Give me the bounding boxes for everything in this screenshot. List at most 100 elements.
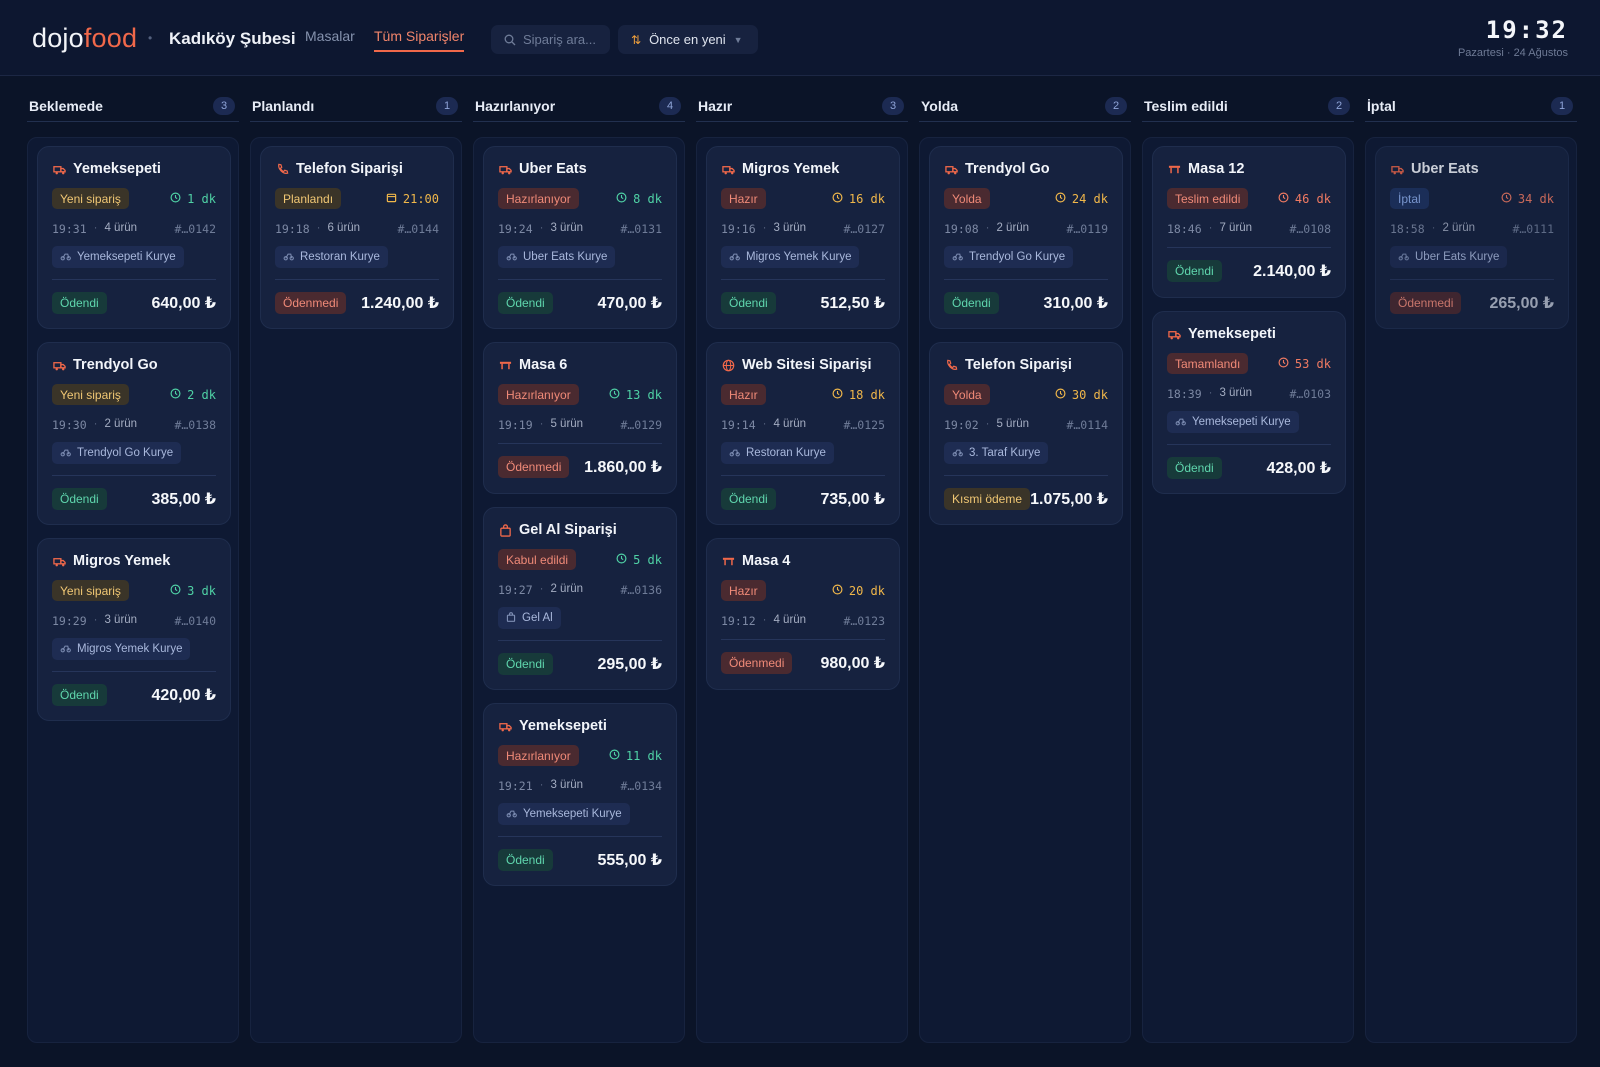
card-divider: [721, 639, 885, 640]
courier-tag: Trendyol Go Kurye: [52, 442, 182, 464]
search-icon: [504, 34, 516, 45]
truck-icon: [52, 162, 66, 176]
status-badge: Yeni sipariş: [52, 384, 129, 405]
order-card[interactable]: Trendyol Go Yeni sipariş 2 dk 19:30 · 2 ürün #…: [37, 342, 231, 525]
elapsed-timer: 34 dk: [1501, 192, 1554, 206]
item-count: 5 ürün: [550, 418, 584, 430]
card-divider: [1390, 279, 1554, 280]
scooter-icon: [60, 250, 71, 264]
order-card[interactable]: Yemeksepeti Tamamlandı 53 dk 18:39 · 3 ürün #……: [1152, 311, 1346, 494]
sort-dropdown[interactable]: ⇅ Önce en yeni ▼: [618, 25, 758, 54]
item-count: 3 ürün: [773, 222, 807, 234]
column-header: Yolda 2: [919, 90, 1131, 122]
meta-separator: ·: [93, 614, 98, 626]
order-time: 19:12: [721, 614, 756, 628]
status-badge: Hazır: [721, 188, 766, 209]
nav-tables[interactable]: Masalar: [305, 28, 355, 50]
meta-separator: ·: [539, 418, 544, 430]
order-source: Uber Eats: [1390, 161, 1479, 177]
card-divider: [721, 475, 885, 476]
timer-value: 46 dk: [1294, 192, 1331, 206]
column-header: Planlandı 1: [250, 90, 462, 122]
order-card[interactable]: Yemeksepeti Yeni sipariş 1 dk 19:31 · 4 ürün #…: [37, 146, 231, 329]
card-divider: [498, 640, 662, 641]
order-card[interactable]: Web Sitesi Siparişi Hazır 18 dk 19:14 · 4 ürü…: [706, 342, 900, 525]
courier-tag: Uber Eats Kurye: [498, 246, 616, 268]
order-id: #…0136: [620, 583, 662, 597]
separator-dot: •: [148, 31, 153, 45]
item-count: 3 ürün: [1219, 387, 1253, 399]
courier-tag: 3. Taraf Kurye: [944, 442, 1049, 464]
order-source: Trendyol Go: [944, 161, 1050, 177]
order-id: #…0103: [1289, 387, 1331, 401]
order-source: Masa 4: [721, 553, 790, 569]
card-divider: [1167, 444, 1331, 445]
status-badge: Kabul edildi: [498, 549, 577, 570]
order-source-label: Trendyol Go: [73, 357, 158, 373]
timer-value: 18 dk: [848, 388, 885, 402]
courier-tag: Yemeksepeti Kurye: [52, 246, 184, 268]
elapsed-timer: 24 dk: [1055, 192, 1108, 206]
status-badge: Tamamlandı: [1167, 353, 1249, 374]
column-title: Planlandı: [252, 97, 315, 114]
elapsed-timer: 18 dk: [832, 388, 885, 402]
order-source-label: Telefon Siparişi: [296, 161, 403, 177]
order-time: 19:21: [498, 779, 533, 793]
column-title: Beklemede: [29, 97, 103, 114]
timer-value: 11 dk: [625, 749, 662, 763]
order-card[interactable]: Gel Al Siparişi Kabul edildi 5 dk 19:27 · 2 ü…: [483, 507, 677, 690]
column-1: Planlandı 1 Telefon Siparişi Planlandı 21:00…: [250, 90, 462, 1043]
status-badge: Hazır: [721, 384, 766, 405]
clock-icon: [616, 553, 627, 567]
order-card[interactable]: Migros Yemek Hazır 16 dk 19:16 · 3 ürün #…0127…: [706, 146, 900, 329]
order-card[interactable]: Masa 4 Hazır 20 dk 19:12 · 4 ürün #…0123 Ödenme…: [706, 538, 900, 690]
card-divider: [52, 671, 216, 672]
item-count: 3 ürün: [104, 614, 138, 626]
search-input[interactable]: Sipariş ara...: [491, 25, 610, 54]
date: Pazartesi · 24 Ağustos: [1457, 47, 1568, 59]
table-icon: [498, 358, 512, 372]
order-time: 19:16: [721, 222, 756, 236]
order-id: #…0138: [174, 418, 216, 432]
item-count: 3 ürün: [550, 779, 584, 791]
status-badge: Yolda: [944, 188, 990, 209]
order-card[interactable]: Masa 12 Teslim edildi 46 dk 18:46 · 7 ürün #…0…: [1152, 146, 1346, 298]
order-card[interactable]: Yemeksepeti Hazırlanıyor 11 dk 19:21 · 3 ürün…: [483, 703, 677, 886]
order-meta: 18:46 · 7 ürün #…0108: [1167, 222, 1331, 236]
scooter-icon: [60, 446, 71, 460]
clock-icon: [170, 388, 181, 402]
status-badge: Planlandı: [275, 188, 342, 209]
column-header: Hazır 3: [696, 90, 908, 122]
order-source-label: Yemeksepeti: [1188, 326, 1276, 342]
order-card[interactable]: Trendyol Go Yolda 24 dk 19:08 · 2 ürün #…0119 T…: [929, 146, 1123, 329]
order-card[interactable]: Uber Eats İptal 34 dk 18:58 · 2 ürün #…0111 Ube…: [1375, 146, 1569, 329]
payment-badge: Ödendi: [52, 488, 107, 510]
nav-all-orders[interactable]: Tüm Siparişler: [374, 28, 465, 52]
order-source-label: Uber Eats: [519, 161, 587, 177]
item-count: 2 ürün: [1442, 222, 1476, 234]
column-count-badge: 1: [436, 96, 458, 115]
order-card[interactable]: Migros Yemek Yeni sipariş 3 dk 19:29 · 3 ürün…: [37, 538, 231, 721]
logo[interactable]: dojofood: [32, 22, 137, 54]
order-meta: 19:14 · 4 ürün #…0125: [721, 418, 885, 432]
order-card[interactable]: Telefon Siparişi Planlandı 21:00 19:18 · 6 ür…: [260, 146, 454, 329]
order-id: #…0125: [843, 418, 885, 432]
courier-tag: Gel Al: [498, 607, 561, 629]
item-count: 5 ürün: [996, 418, 1030, 430]
order-time: 18:46: [1167, 222, 1202, 236]
meta-separator: ·: [762, 614, 767, 626]
order-card[interactable]: Telefon Siparişi Yolda 30 dk 19:02 · 5 ürün #……: [929, 342, 1123, 525]
order-card[interactable]: Uber Eats Hazırlanıyor 8 dk 19:24 · 3 ürün #…0…: [483, 146, 677, 329]
payment-badge: Ödendi: [944, 292, 999, 314]
column-0: Beklemede 3 Yemeksepeti Yeni sipariş 1 dk 19:…: [27, 90, 239, 1043]
courier-label: Yemeksepeti Kurye: [1192, 416, 1291, 428]
order-source-label: Masa 12: [1188, 161, 1245, 177]
order-source-label: Telefon Siparişi: [965, 357, 1072, 373]
column-body: Migros Yemek Hazır 16 dk 19:16 · 3 ürün #…0127…: [696, 137, 908, 1043]
timer-value: 8 dk: [633, 192, 662, 206]
clock-icon: [609, 388, 620, 402]
table-icon: [721, 554, 735, 568]
order-time: 19:27: [498, 583, 533, 597]
order-card[interactable]: Masa 6 Hazırlanıyor 13 dk 19:19 · 5 ürün #…012…: [483, 342, 677, 494]
order-source-label: Web Sitesi Siparişi: [742, 357, 872, 373]
